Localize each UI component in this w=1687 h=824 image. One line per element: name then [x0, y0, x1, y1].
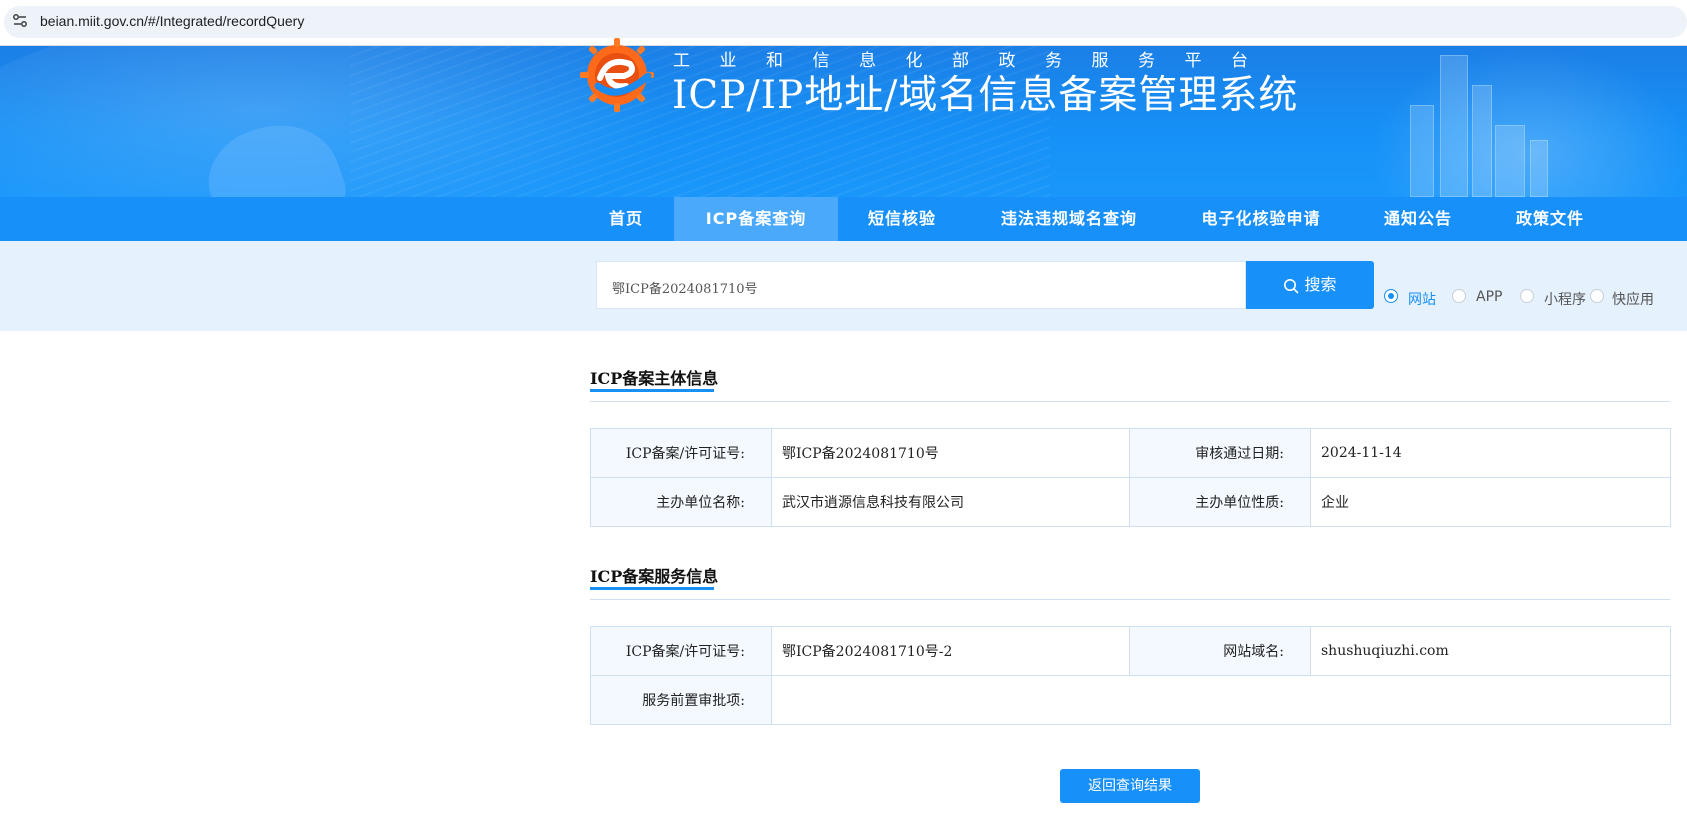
table-row: 服务前置审批项: [590, 675, 1671, 725]
subject-section-rule [590, 401, 1670, 402]
radio-label-website[interactable]: 网站 [1408, 289, 1436, 309]
browser-address-bar: beian.miit.gov.cn/#/Integrated/recordQue… [0, 0, 1687, 46]
value-website-domain: shushuqiuzhi.com [1310, 626, 1671, 676]
label-website-domain: 网站域名: [1129, 626, 1311, 676]
value-license-no: 鄂ICP备2024081710号 [771, 428, 1130, 478]
nav-item-e-verify[interactable]: 电子化核验申请 [1186, 197, 1336, 241]
main-nav: 首页 ICP备案查询 短信核验 违法违规域名查询 电子化核验申请 通知公告 政策… [0, 197, 1687, 241]
back-to-results-button[interactable]: 返回查询结果 [1060, 769, 1200, 803]
radio-quick-app[interactable] [1590, 289, 1604, 303]
banner-city-illustration [1370, 46, 1687, 197]
radio-label-app[interactable]: APP [1476, 289, 1502, 305]
radio-label-quick-app[interactable]: 快应用 [1612, 289, 1654, 309]
url-text[interactable]: beian.miit.gov.cn/#/Integrated/recordQue… [40, 13, 304, 29]
service-section-title: ICP备案服务信息 [590, 567, 719, 586]
radio-mini-program[interactable] [1520, 289, 1534, 303]
service-section-rule [590, 599, 1670, 600]
value-organizer-name: 武汉市逍源信息科技有限公司 [771, 477, 1130, 527]
site-settings-icon[interactable] [9, 10, 31, 32]
label-organizer-name: 主办单位名称: [590, 477, 772, 527]
platform-logo-icon [580, 38, 654, 112]
nav-item-sms-verify[interactable]: 短信核验 [848, 197, 956, 241]
nav-item-policy[interactable]: 政策文件 [1502, 197, 1598, 241]
nav-item-notices[interactable]: 通知公告 [1370, 197, 1466, 241]
nav-item-home[interactable]: 首页 [590, 197, 662, 241]
label-license-no: ICP备案/许可证号: [590, 428, 772, 478]
system-title: ICP/IP地址/域名信息备案管理系统 [672, 73, 1299, 118]
value-approval-date: 2024-11-14 [1310, 428, 1671, 478]
search-button-label: 搜索 [1304, 275, 1337, 294]
subject-section-title: ICP备案主体信息 [590, 369, 719, 388]
service-section-underline [590, 587, 714, 590]
table-row: ICP备案/许可证号: 鄂ICP备2024081710号-2 网站域名: shu… [590, 626, 1671, 676]
radio-app[interactable] [1452, 289, 1466, 303]
value-pre-approval [771, 675, 1671, 725]
subject-info-table: ICP备案/许可证号: 鄂ICP备2024081710号 审核通过日期: 202… [590, 428, 1671, 527]
label-approval-date: 审核通过日期: [1129, 428, 1311, 478]
table-row: ICP备案/许可证号: 鄂ICP备2024081710号 审核通过日期: 202… [590, 428, 1671, 478]
table-row: 主办单位名称: 武汉市逍源信息科技有限公司 主办单位性质: 企业 [590, 477, 1671, 527]
service-info-table: ICP备案/许可证号: 鄂ICP备2024081710号-2 网站域名: shu… [590, 626, 1671, 725]
search-icon [1284, 278, 1299, 293]
radio-website[interactable] [1384, 289, 1398, 303]
radio-label-mini-program[interactable]: 小程序 [1544, 289, 1586, 309]
subject-section-underline [590, 389, 714, 392]
value-organizer-type: 企业 [1310, 477, 1671, 527]
label-service-license-no: ICP备案/许可证号: [590, 626, 772, 676]
nav-item-icp-query[interactable]: ICP备案查询 [674, 197, 838, 241]
nav-item-illegal-domain[interactable]: 违法违规域名查询 [986, 197, 1152, 241]
value-service-license-no: 鄂ICP备2024081710号-2 [771, 626, 1130, 676]
search-input-value[interactable]: 鄂ICP备2024081710号 [612, 278, 758, 297]
search-button[interactable]: 搜索 [1246, 261, 1374, 309]
label-organizer-type: 主办单位性质: [1129, 477, 1311, 527]
label-pre-approval: 服务前置审批项: [590, 675, 772, 725]
